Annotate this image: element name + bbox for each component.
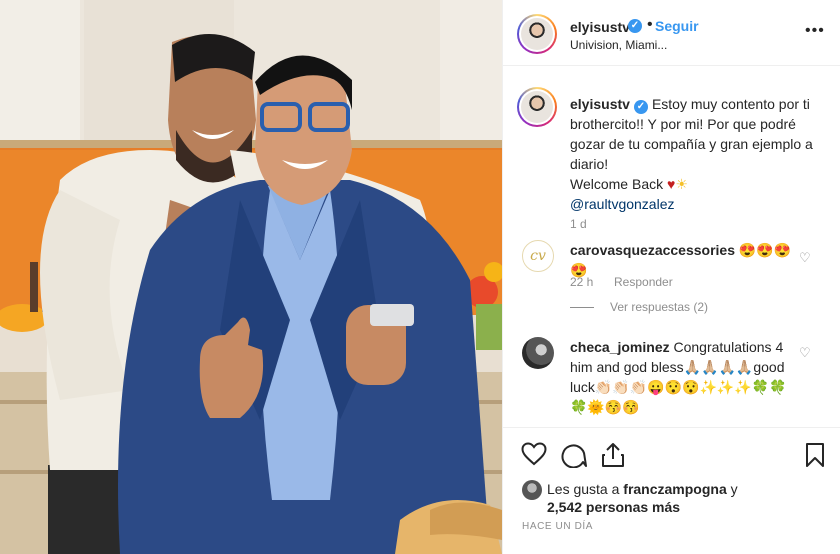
avatar-monogram: cv [530,248,546,264]
verified-badge-icon: ✓ [633,100,648,114]
caption-avatar[interactable] [517,87,557,127]
view-replies-button[interactable]: Ver respuestas (2) [610,300,708,314]
post-header: elyisustv ✓ • Seguir Univision, Miami...… [503,0,840,66]
comment-time: 22 h [570,275,594,289]
comment-bubble-icon[interactable] [561,442,587,471]
likes-summary: Les gusta a franczampogna y 2,542 person… [547,480,827,516]
likes-count[interactable]: 2,542 personas más [547,499,680,515]
caption-username[interactable]: elyisustv [570,96,630,112]
share-icon[interactable] [601,442,625,471]
like-heart-icon[interactable] [521,442,547,469]
liker-avatar[interactable] [522,480,542,500]
header-separator: • [647,16,653,33]
comments-section[interactable]: elyisustv ✓ Estoy muy contento por ti brot… [503,67,840,427]
comment-text: checa_jominez Congratulations 4 him and … [570,337,792,417]
bookmark-icon[interactable] [805,442,825,471]
post-actions: Les gusta a franczampogna y 2,542 person… [503,427,840,554]
instagram-post: elyisustv ✓ • Seguir Univision, Miami...… [0,0,840,554]
comment-username[interactable]: checa_jominez [570,339,670,355]
liker-username[interactable]: franczampogna [623,481,726,497]
post-date: HACE UN DÍA [522,521,594,532]
photo-illustration [0,0,502,554]
header-username[interactable]: elyisustv [570,19,630,35]
sun-emoji: ☀ [675,176,688,192]
caption-text: elyisustv ✓ Estoy muy contento por ti brot… [570,94,825,214]
caption-welcome: Welcome Back [570,176,667,192]
verified-badge-icon: ✓ [628,19,642,33]
post-side-panel: elyisustv ✓ • Seguir Univision, Miami...… [502,0,840,554]
comment-text: carovasquezaccessories 😍😍😍😍 [570,240,795,280]
reply-button[interactable]: Responder [614,275,673,289]
comment-avatar[interactable]: cv [522,240,554,272]
header-avatar[interactable] [517,14,557,54]
like-comment-heart-icon[interactable]: ♡ [799,345,811,361]
replies-divider [570,307,594,308]
caption-time: 1 d [570,217,587,231]
post-photo[interactable] [0,0,502,554]
comment-avatar[interactable] [522,337,554,369]
like-comment-heart-icon[interactable]: ♡ [799,250,811,266]
follow-button[interactable]: Seguir [655,18,699,34]
comment-username[interactable]: carovasquezaccessories [570,242,735,258]
location-link[interactable]: Univision, Miami... [570,38,667,52]
likes-prefix: Les gusta a [547,481,624,497]
more-horizontal-icon[interactable]: ••• [805,22,825,40]
likes-suffix: y [726,481,738,497]
mention-link[interactable]: @raultvgonzalez [570,196,675,212]
